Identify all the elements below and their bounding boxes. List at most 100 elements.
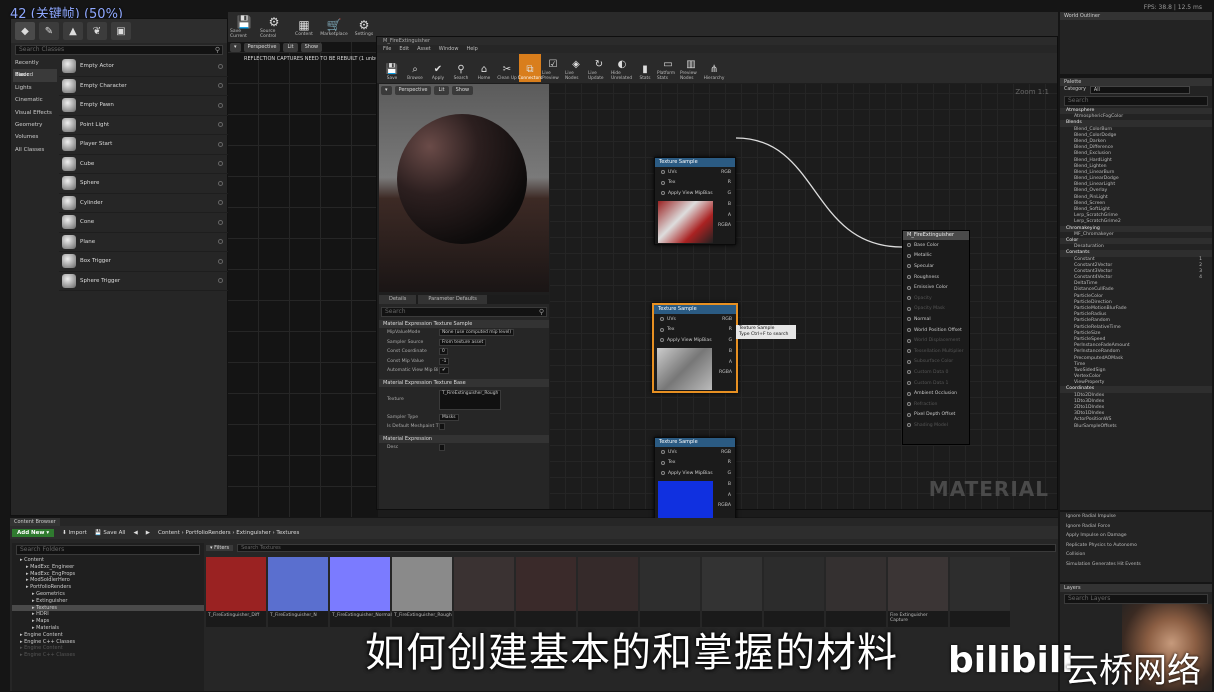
category-7[interactable]: All Classes xyxy=(13,144,57,156)
output-pin-label[interactable]: R xyxy=(729,327,732,332)
asset-tile[interactable]: T_FireExtinguisher_Rough xyxy=(392,557,452,627)
node-input-pin[interactable]: Tex R xyxy=(655,458,735,469)
placeable-item[interactable]: Sphere Trigger xyxy=(59,272,229,291)
filters-button[interactable]: ▾ Filters xyxy=(206,545,234,551)
texture-sample-node-1[interactable]: Texture Sample UVs RGB Tex R Apply View MipBi… xyxy=(654,157,736,245)
asset-tile[interactable] xyxy=(516,557,576,627)
property-value[interactable]: -1 xyxy=(439,357,450,365)
category-2[interactable]: Lights xyxy=(13,82,57,94)
placeable-item[interactable]: Plane xyxy=(59,233,229,252)
output-pin-label[interactable]: R xyxy=(728,460,731,465)
material-input-pin[interactable]: Pixel Depth Offset xyxy=(903,410,969,421)
add-new-button[interactable]: Add New ▾ xyxy=(12,528,55,537)
output-pin-label[interactable]: B xyxy=(718,480,731,491)
output-pin-label[interactable]: RGB xyxy=(721,450,731,455)
paint-mode-icon[interactable]: ✎ xyxy=(39,22,59,40)
placeable-item[interactable]: Empty Actor xyxy=(59,57,229,77)
place-mode-icon[interactable]: ◆ xyxy=(15,22,35,40)
breadcrumb-item[interactable]: PortfolioRenders xyxy=(186,530,231,536)
asset-tile[interactable] xyxy=(826,557,886,627)
output-pin-label[interactable]: A xyxy=(719,358,732,369)
category-dropdown[interactable]: All xyxy=(1089,86,1190,94)
details-search-input[interactable]: Search ⚲ xyxy=(381,307,547,317)
material-toolbar-button[interactable]: ✂ Clean Up xyxy=(496,54,518,82)
back-icon[interactable]: ◀ xyxy=(133,530,137,536)
folder-item[interactable]: ▸ ModSoldierHero xyxy=(12,577,204,584)
output-pin-label[interactable]: B xyxy=(719,347,732,358)
folder-item[interactable]: ▸ Geometrics xyxy=(12,591,204,598)
asset-search-input[interactable]: Search Textures xyxy=(237,544,1056,552)
category-0[interactable]: Recently Placed xyxy=(13,57,57,78)
material-toolbar-button[interactable]: ⧉ Connectors xyxy=(518,54,542,82)
folder-item[interactable]: ▸ Engine C++ Classes xyxy=(12,639,204,646)
property-value[interactable]: T_FireExtinguisher_Rough xyxy=(439,389,502,410)
material-input-pin[interactable]: World Position Offset xyxy=(903,325,969,336)
property-value[interactable]: Masks xyxy=(439,413,459,421)
folder-item[interactable]: ▸ MadExc_Engineer xyxy=(12,564,204,571)
material-input-pin[interactable]: Roughness xyxy=(903,272,969,283)
lit-button[interactable]: Lit xyxy=(283,43,298,52)
info-icon[interactable] xyxy=(218,180,223,186)
info-icon[interactable] xyxy=(218,219,223,225)
material-input-pin[interactable]: Metallic xyxy=(903,251,969,262)
asset-tile[interactable] xyxy=(454,557,514,627)
texture-sample-node-3[interactable]: Texture Sample UVs RGB Tex R Apply View MipBi… xyxy=(654,437,736,525)
output-pin-label[interactable]: A xyxy=(718,211,731,222)
palette-search-input[interactable]: Search xyxy=(1064,96,1208,106)
menu-item[interactable]: Asset xyxy=(417,45,431,53)
node-input-pin[interactable]: UVs RGB xyxy=(654,314,736,325)
property-value[interactable]: 0 xyxy=(439,348,448,356)
material-toolbar-button[interactable]: 💾 Save xyxy=(381,54,403,82)
material-toolbar-button[interactable]: ⋔ Hierarchy xyxy=(703,54,725,82)
texture-sample-node-2[interactable]: Texture Sample UVs RGB Tex R Apply View MipBi… xyxy=(652,303,738,393)
menu-item[interactable]: Help xyxy=(466,45,477,53)
toolbar-button[interactable]: ⚙ Source Control xyxy=(260,14,288,40)
perspective-button[interactable]: Perspective xyxy=(243,43,281,52)
toolbar-button[interactable]: ⚙ Settings xyxy=(350,14,378,40)
placeable-item[interactable]: Point Light xyxy=(59,116,229,135)
placeable-item[interactable]: Cone xyxy=(59,213,229,233)
material-toolbar-button[interactable]: ⌕ Browse xyxy=(404,54,426,82)
preview-show-button[interactable]: Show xyxy=(451,86,474,95)
category-5[interactable]: Geometry xyxy=(13,119,57,131)
folder-item[interactable]: ▸ MadExc_EngProps xyxy=(12,571,204,578)
property-row[interactable]: Collision xyxy=(1060,550,1212,560)
forward-icon[interactable]: ▶ xyxy=(146,530,150,536)
breadcrumb-item[interactable]: Textures xyxy=(276,530,299,536)
folder-item[interactable]: ▸ PortfolioRenders xyxy=(12,584,204,591)
node-input-pin[interactable]: Apply View MipBias G xyxy=(654,335,736,346)
toolbar-button[interactable]: 💾 Save Current xyxy=(230,14,258,40)
material-input-pin[interactable]: Refraction xyxy=(903,399,969,410)
folder-item[interactable]: ▸ Engine Content xyxy=(12,645,204,652)
content-browser-tab[interactable]: Content Browser xyxy=(10,518,60,526)
toolbar-button[interactable]: 🛒 Marketplace xyxy=(320,14,348,40)
folder-search-input[interactable]: Search Folders xyxy=(16,545,200,555)
material-toolbar-button[interactable]: ⌂ Home xyxy=(473,54,495,82)
property-row[interactable]: Simulation Generates Hit Events xyxy=(1060,560,1212,570)
palette-item[interactable]: Desaturation xyxy=(1060,244,1212,250)
property-row[interactable]: Replicate Physics to Autonomo xyxy=(1060,541,1212,551)
layers-search-input[interactable]: Search Layers xyxy=(1064,594,1208,604)
asset-tile[interactable] xyxy=(950,557,1010,627)
material-input-pin[interactable]: Subsurface Color xyxy=(903,357,969,368)
material-input-pin[interactable]: Opacity Mask xyxy=(903,304,969,315)
property-row[interactable]: Ignore Radial Impulse xyxy=(1060,512,1212,522)
info-icon[interactable] xyxy=(218,63,223,69)
output-pin-label[interactable]: RGBA xyxy=(718,501,731,512)
material-editor-tab[interactable]: M_FireExtinguisher xyxy=(377,37,1057,45)
property-value[interactable] xyxy=(439,423,445,431)
palette-item[interactable]: Lerp_ScratchGrime2 xyxy=(1060,219,1212,225)
geometry-mode-icon[interactable]: ▣ xyxy=(111,22,131,40)
palette-item[interactable]: BlurSampleOffsets xyxy=(1060,424,1212,430)
folder-item[interactable]: ▸ Textures xyxy=(12,604,204,612)
tab-details[interactable]: Details xyxy=(379,295,417,304)
placeable-item[interactable]: Cylinder xyxy=(59,194,229,213)
asset-tile[interactable] xyxy=(578,557,638,627)
placeable-item[interactable]: Empty Character xyxy=(59,77,229,96)
property-row[interactable]: Ignore Radial Force xyxy=(1060,522,1212,532)
info-icon[interactable] xyxy=(218,278,223,284)
node-input-pin[interactable]: Apply View MipBias G xyxy=(655,188,735,199)
menu-item[interactable]: Edit xyxy=(399,45,409,53)
material-toolbar-button[interactable]: ▭ Platform Stats xyxy=(657,54,679,82)
output-pin-label[interactable]: G xyxy=(727,471,731,476)
